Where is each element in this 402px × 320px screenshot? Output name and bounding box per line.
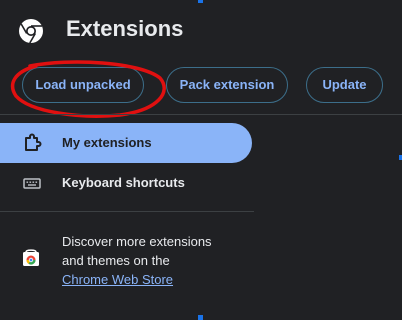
chrome-web-store-link[interactable]: Chrome Web Store — [62, 272, 173, 287]
puzzle-icon — [25, 133, 42, 151]
sidebar-item-keyboard-shortcuts[interactable]: Keyboard shortcuts — [0, 163, 252, 203]
sidebar-item-my-extensions[interactable]: My extensions — [0, 123, 252, 163]
promo-line-2: and themes on the — [62, 253, 170, 268]
keyboard-icon — [23, 178, 41, 189]
sidebar-item-label: Keyboard shortcuts — [62, 175, 185, 190]
chrome-web-store-icon — [23, 249, 39, 266]
sidebar-item-label: My extensions — [62, 135, 152, 150]
promo-line-1: Discover more extensions — [62, 234, 212, 249]
toolbar-divider — [0, 114, 402, 115]
web-store-promo: Discover more extensions and themes on t… — [62, 232, 242, 289]
sidebar-divider — [0, 211, 254, 212]
